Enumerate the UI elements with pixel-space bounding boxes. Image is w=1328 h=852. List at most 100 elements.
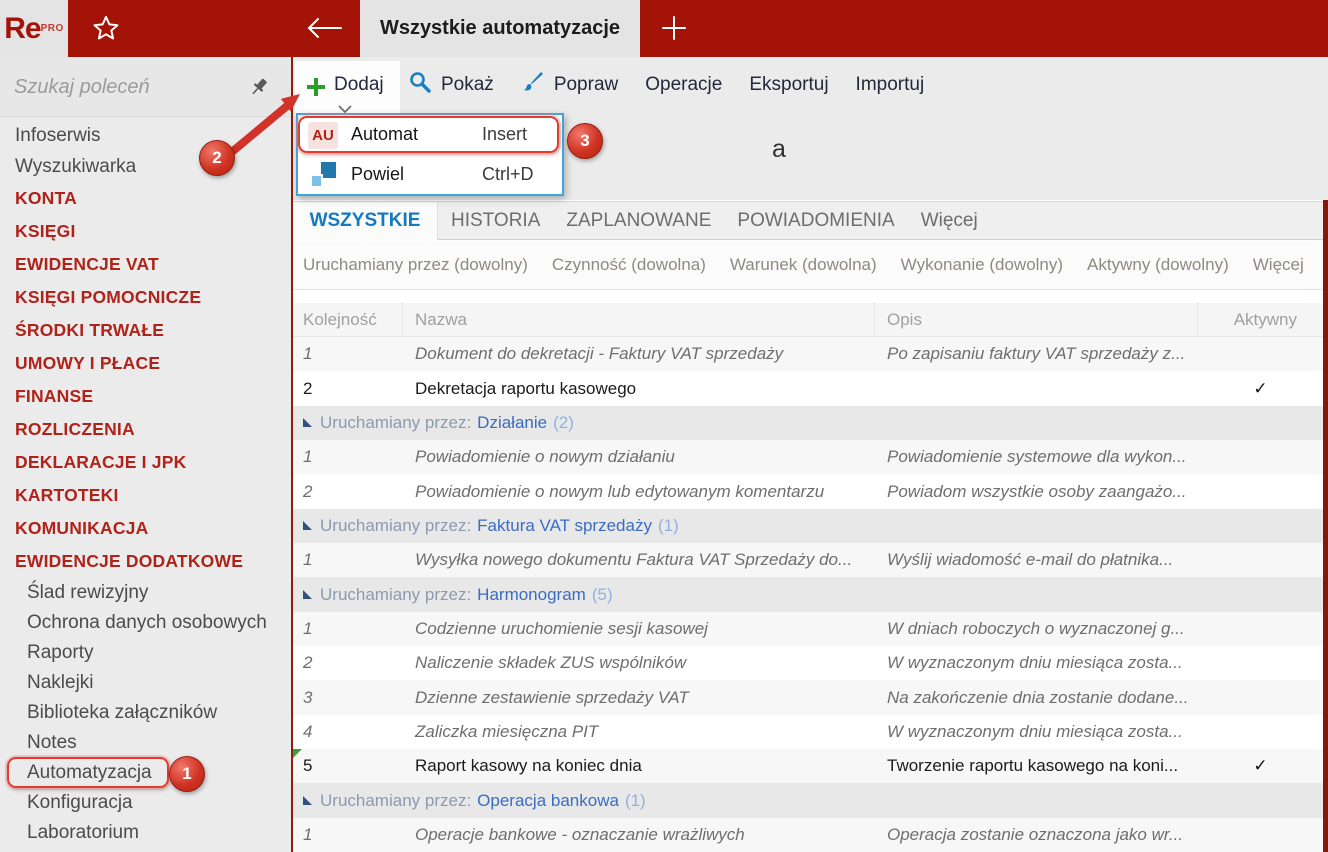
tab-historia[interactable]: HISTORIA <box>438 202 553 239</box>
add-button-label: Dodaj <box>334 74 384 95</box>
table-row[interactable]: 1 Wysyłka nowego dokumentu Faktura VAT S… <box>293 543 1323 578</box>
filter-czynnosc[interactable]: Czynność (dowolna) <box>552 255 706 275</box>
app-logo[interactable]: Re PRO <box>0 0 68 57</box>
sidebar-item[interactable]: UMOWY I PŁACE <box>0 347 291 380</box>
annotation-badge-3: 3 <box>567 123 603 159</box>
sidebar-item[interactable]: DEKLARACJE I JPK <box>0 446 291 479</box>
group-value: Działanie <box>477 412 548 432</box>
cell-nazwa: Powiadomienie o nowym lub edytowanym kom… <box>415 481 825 501</box>
chevron-down-icon[interactable] <box>337 101 353 114</box>
command-search-field[interactable]: Szukaj poleceń <box>0 57 291 117</box>
show-button[interactable]: Pokaż <box>408 70 494 99</box>
table-row[interactable]: 1 Operacje bankowe - oznaczanie wrażliwy… <box>293 817 1323 852</box>
group-row-content: Uruchamiany przez: Faktura VAT sprzedaży… <box>293 516 679 536</box>
column-nazwa[interactable]: Nazwa <box>403 303 875 336</box>
table-row[interactable]: 4 Zaliczka miesięczna PIT W wyznaczonym … <box>293 714 1323 750</box>
group-row[interactable]: Uruchamiany przez: Operacja bankowa (1) <box>293 783 1323 818</box>
sidebar-item[interactable]: EWIDENCJE DODATKOWE <box>0 545 291 578</box>
sidebar-item-label: Wyszukiwarka <box>15 155 137 177</box>
tab-wszystkie[interactable]: WSZYSTKIE <box>293 202 438 240</box>
sidebar-item[interactable]: KOMUNIKACJA <box>0 512 291 545</box>
filter-aktywny[interactable]: Aktywny (dowolny) <box>1087 255 1229 275</box>
annotation-box-automat <box>298 116 559 153</box>
document-tab-title: Wszystkie automatyzacje <box>379 17 621 39</box>
import-button[interactable]: Importuj <box>856 74 925 96</box>
export-button[interactable]: Eksportuj <box>749 74 828 96</box>
group-expand-icon[interactable] <box>303 590 312 600</box>
sidebar-item[interactable]: Infoserwis <box>0 120 291 151</box>
cell-opis: Tworzenie raportu kasowego na koni... <box>887 756 1179 776</box>
sidebar-nav: Infoserwis Wyszukiwarka KONTA KSIĘGI EWI… <box>0 117 291 848</box>
tab-zaplanowane[interactable]: ZAPLANOWANE <box>553 202 724 239</box>
app-window: Re PRO Wszystkie automatyzacje Szukaj pol… <box>0 0 1328 852</box>
filter-warunek[interactable]: Warunek (dowolna) <box>730 255 877 275</box>
table-row[interactable]: 1 Dokument do dekretacji - Faktury VAT s… <box>293 337 1323 372</box>
menu-item-powiel[interactable]: Powiel Ctrl+D <box>298 155 562 195</box>
sidebar-content-divider <box>291 57 293 852</box>
sidebar-item[interactable]: KARTOTEKI <box>0 479 291 512</box>
group-label: Uruchamiany przez: <box>320 584 472 604</box>
sidebar-item-label: KSIĘGI <box>15 221 76 241</box>
group-row[interactable]: Uruchamiany przez: Faktura VAT sprzedaży… <box>293 508 1323 544</box>
sidebar-item[interactable]: ROZLICZENIA <box>0 413 291 446</box>
sidebar-item[interactable]: Ślad rewizyjny <box>0 578 291 608</box>
table-row[interactable]: 2 Dekretacja raportu kasowego ✓ <box>293 371 1323 406</box>
group-row[interactable]: Uruchamiany przez: Harmonogram (5) <box>293 577 1323 612</box>
sidebar-item[interactable]: FINANSE <box>0 380 291 413</box>
sidebar-item[interactable]: Raporty <box>0 638 291 668</box>
document-tab[interactable]: Wszystkie automatyzacje <box>360 0 640 57</box>
group-row[interactable]: Uruchamiany przez: Działanie (2) <box>293 405 1323 441</box>
filter-wykonanie[interactable]: Wykonanie (dowolny) <box>901 255 1063 275</box>
table-row[interactable]: 3 Dzienne zestawienie sprzedaży VAT Na z… <box>293 680 1323 715</box>
table-row[interactable]: 1 Codzienne uruchomienie sesji kasowej W… <box>293 611 1323 647</box>
sidebar-item[interactable]: Konfiguracja <box>0 788 291 818</box>
group-expand-icon[interactable] <box>303 796 312 806</box>
cell-nazwa: Codzienne uruchomienie sesji kasowej <box>415 618 708 638</box>
brush-icon <box>521 70 545 99</box>
sidebar-item[interactable]: Wyszukiwarka <box>0 151 291 182</box>
cell-nazwa: Dokument do dekretacji - Faktury VAT spr… <box>415 344 784 364</box>
favorites-star-icon[interactable] <box>92 14 120 42</box>
sidebar-item[interactable]: ŚRODKI TRWAŁE <box>0 314 291 347</box>
table-row[interactable]: 1 Powiadomienie o nowym działaniu Powiad… <box>293 440 1323 475</box>
pin-icon[interactable] <box>247 75 271 99</box>
plus-icon <box>306 77 326 97</box>
sidebar-item[interactable]: Notes <box>0 728 291 758</box>
menu-item-shortcut: Ctrl+D <box>482 164 534 184</box>
operations-button[interactable]: Operacje <box>645 74 722 96</box>
tab-powiadomienia[interactable]: POWIADOMIENIA <box>724 202 907 239</box>
cell-opis: W dniach roboczych o wyznaczonej g... <box>887 618 1185 638</box>
magnifier-icon <box>408 70 432 99</box>
sidebar-item[interactable]: Naklejki <box>0 668 291 698</box>
tab-wiecej[interactable]: Więcej <box>908 202 991 239</box>
sidebar-item[interactable]: KSIĘGI POMOCNICZE <box>0 281 291 314</box>
add-button[interactable]: Dodaj <box>295 61 400 114</box>
group-expand-icon[interactable] <box>303 521 312 531</box>
sidebar-item[interactable]: KONTA <box>0 182 291 215</box>
sidebar-item[interactable]: EWIDENCJE VAT <box>0 248 291 281</box>
table-row[interactable]: 2 Powiadomienie o nowym lub edytowanym k… <box>293 474 1323 509</box>
table-row[interactable]: 2 Naliczenie składek ZUS wspólników W wy… <box>293 646 1323 681</box>
edit-button[interactable]: Popraw <box>521 70 618 99</box>
sidebar-item[interactable]: Ochrona danych osobowych <box>0 608 291 638</box>
group-expand-icon[interactable] <box>303 418 312 428</box>
cell-kolejnosc: 1 <box>303 824 313 844</box>
sidebar-item[interactable]: KSIĘGI <box>0 215 291 248</box>
column-kolejnosc[interactable]: Kolejność <box>293 303 403 336</box>
cell-opis: Powiadom wszystkie osoby zaangażo... <box>887 481 1187 501</box>
back-arrow-icon[interactable] <box>303 14 345 42</box>
cell-opis: Operacja zostanie oznaczona jako wr... <box>887 824 1184 844</box>
column-aktywny[interactable]: Aktywny <box>1198 303 1323 336</box>
cell-opis: W wyznaczonym dniu miesiąca zosta... <box>887 721 1183 741</box>
cell-nazwa: Wysyłka nowego dokumentu Faktura VAT Spr… <box>415 550 853 570</box>
group-row-content: Uruchamiany przez: Działanie (2) <box>293 413 574 433</box>
filter-wiecej[interactable]: Więcej <box>1253 255 1304 275</box>
column-opis[interactable]: Opis <box>875 303 1198 336</box>
sidebar-item[interactable]: Biblioteka załączników <box>0 698 291 728</box>
new-tab-button[interactable] <box>660 14 688 42</box>
filter-uruchamiany-przez[interactable]: Uruchamiany przez (dowolny) <box>303 255 528 275</box>
table-row[interactable]: 5 Raport kasowy na koniec dnia Tworzenie… <box>293 749 1323 784</box>
group-count: (2) <box>553 412 574 432</box>
logo-pro-label: PRO <box>40 23 64 34</box>
sidebar-item[interactable]: Laboratorium <box>0 818 291 848</box>
